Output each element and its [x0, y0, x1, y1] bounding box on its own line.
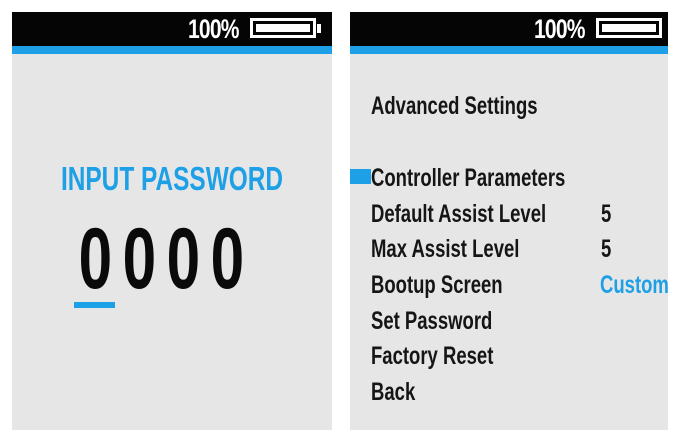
- menu-item-controller-parameters[interactable]: Controller Parameters: [371, 163, 565, 193]
- battery-tip-icon: [317, 24, 321, 33]
- password-digit-2[interactable]: 0: [123, 214, 156, 304]
- battery-percentage: 100%: [188, 14, 240, 44]
- accent-divider: [350, 46, 668, 54]
- menu-item-bootup-screen[interactable]: Bootup Screen: [371, 270, 503, 300]
- status-bar: 100%: [350, 12, 668, 46]
- password-digit-1[interactable]: 0: [79, 214, 112, 304]
- password-title: INPUT PASSWORD: [60, 160, 284, 197]
- status-bar: 100%: [12, 12, 332, 46]
- password-digit-4[interactable]: 0: [211, 214, 244, 304]
- digit-cursor: [74, 302, 115, 308]
- menu-item-default-assist-level[interactable]: Default Assist Level: [371, 199, 546, 229]
- password-digit-3[interactable]: 0: [167, 214, 200, 304]
- menu-item-max-assist-level[interactable]: Max Assist Level: [371, 234, 519, 264]
- battery-icon: [596, 18, 662, 38]
- battery-level-fill: [256, 24, 310, 32]
- battery-percentage: 100%: [534, 14, 586, 44]
- selection-marker-icon: [350, 169, 371, 184]
- menu-item-set-password[interactable]: Set Password: [371, 306, 492, 336]
- bootup-screen-value: Custom: [600, 271, 668, 299]
- battery-icon: [250, 18, 316, 38]
- max-assist-level-value: 5: [601, 235, 612, 263]
- menu-item-back[interactable]: Back: [371, 377, 415, 407]
- accent-divider: [12, 46, 332, 54]
- battery-level-fill: [602, 24, 656, 32]
- settings-heading: Advanced Settings: [371, 92, 538, 120]
- menu-item-factory-reset[interactable]: Factory Reset: [371, 341, 493, 371]
- advanced-settings-screen: 100% Advanced Settings Controller Parame…: [350, 12, 668, 430]
- default-assist-level-value: 5: [601, 200, 612, 228]
- password-digits[interactable]: 0 0 0 0: [72, 214, 248, 304]
- password-screen: 100% INPUT PASSWORD 0 0 0 0: [12, 12, 332, 430]
